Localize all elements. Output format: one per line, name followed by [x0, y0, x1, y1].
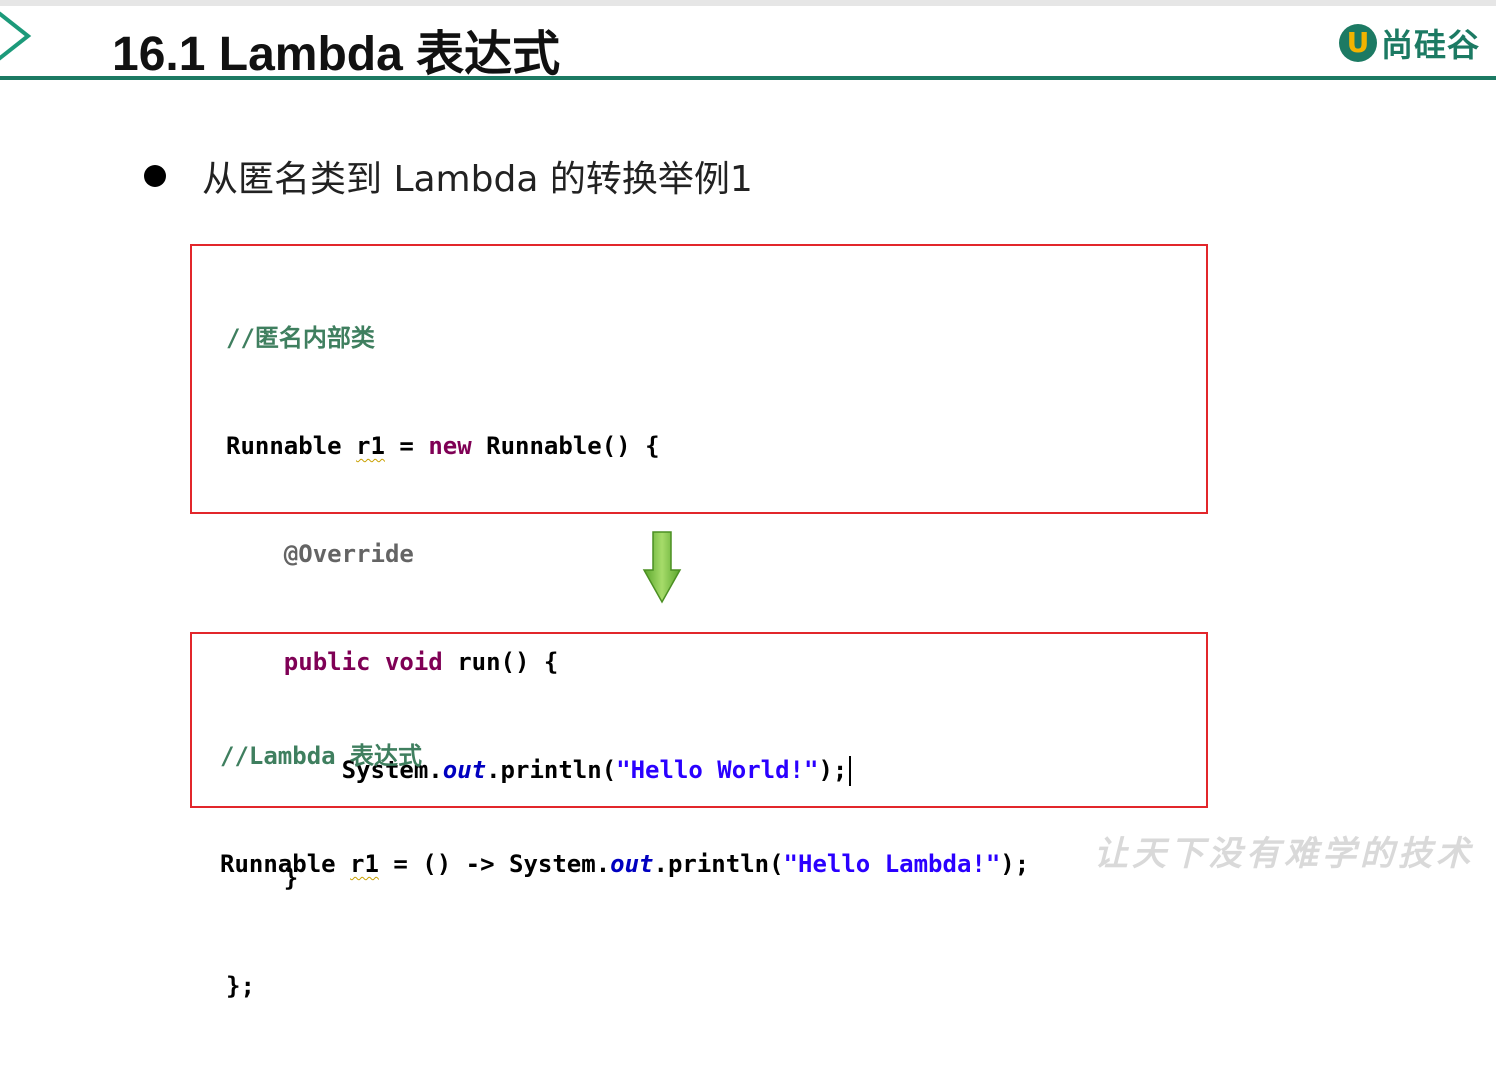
brand-logo: U 尚硅谷 — [1338, 20, 1480, 66]
code-line: //匿名内部类 — [226, 324, 375, 352]
bullet-dot-icon — [144, 165, 166, 187]
code-line: Runnable r1 = new Runnable() { — [226, 432, 660, 460]
bullet-item: 从匿名类到 Lambda 的转换举例1 — [144, 150, 753, 202]
bullet-text: 从匿名类到 Lambda 的转换举例1 — [202, 159, 753, 200]
brand-u-icon: U — [1338, 24, 1377, 62]
down-arrow-icon — [642, 531, 682, 604]
code-line: Runnable r1 = () -> System.out.println("… — [220, 850, 1030, 878]
anonymous-class-code-box: //匿名内部类 Runnable r1 = new Runnable() { @… — [190, 244, 1208, 1000]
diamond-logo-icon — [0, 11, 32, 61]
code-line: @Override — [283, 540, 414, 568]
brand-name: 尚硅谷 — [1380, 26, 1480, 64]
title-underline — [0, 76, 1496, 80]
slide-title: 16.1 Lambda 表达式 — [112, 28, 561, 81]
text-caret — [849, 756, 852, 786]
code-block: //Lambda 表达式 Runnable r1 = () -> System.… — [220, 666, 1029, 954]
slogan-watermark: 让天下没有难学的技术 — [1094, 834, 1474, 874]
code-line: }; — [226, 972, 255, 1000]
top-strip — [0, 0, 1496, 6]
